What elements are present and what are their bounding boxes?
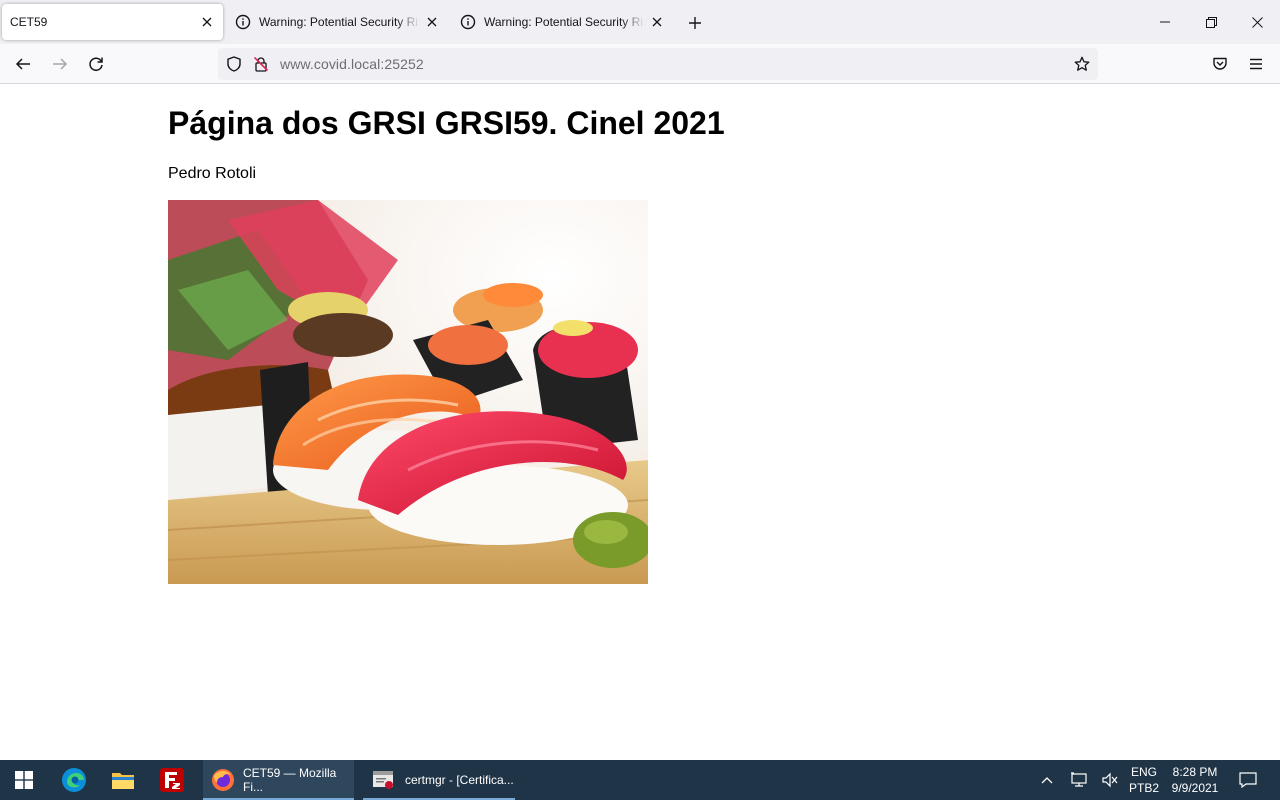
tab-security-warning-2[interactable]: Warning: Potential Security Risk Ahead [452, 4, 673, 40]
filezilla-icon[interactable] [148, 760, 196, 800]
edge-browser-icon[interactable] [50, 760, 98, 800]
url-port: :25252 [380, 56, 424, 72]
info-icon [460, 14, 476, 30]
sushi-photo [168, 200, 648, 584]
minimize-window-icon[interactable] [1142, 0, 1188, 44]
hamburger-menu-icon[interactable] [1240, 48, 1272, 80]
certificate-manager-icon [371, 768, 395, 792]
tab-security-warning-1[interactable]: Warning: Potential Security Risk Ahead [227, 4, 448, 40]
tab-label: Warning: Potential Security Risk Ahead [259, 15, 420, 29]
page-heading: Página dos GRSI GRSI59. Cinel 2021 [168, 105, 725, 141]
language-primary: ENG [1130, 765, 1157, 779]
insecure-lock-icon[interactable] [253, 56, 269, 72]
clock-date: 9/9/2021 [1171, 781, 1219, 795]
forward-arrow-icon[interactable] [44, 48, 76, 80]
language-secondary: PTB2 [1128, 781, 1159, 795]
close-tab-icon[interactable] [649, 14, 665, 30]
new-tab-plus-icon[interactable] [683, 11, 707, 35]
tab-cet59[interactable]: CET59 [2, 4, 223, 40]
taskbar-app-label: certmgr - [Certifica... [405, 773, 514, 787]
back-arrow-icon[interactable] [7, 48, 39, 80]
shield-icon[interactable] [226, 56, 242, 72]
bookmark-star-icon[interactable] [1074, 56, 1090, 72]
url-text[interactable]: www.covid.local:25252 [280, 56, 424, 72]
clock-time: 8:28 PM [1172, 765, 1218, 779]
reload-icon[interactable] [80, 48, 112, 80]
page-content: Página dos GRSI GRSI59. Cinel 2021 Pedro… [0, 85, 1280, 760]
pocket-icon[interactable] [1204, 48, 1236, 80]
network-icon[interactable] [1066, 760, 1092, 800]
info-icon [235, 14, 251, 30]
tab-label: Warning: Potential Security Risk Ahead [484, 15, 645, 29]
windows-taskbar: CET59 — Mozilla Fi... certmgr - [Certifi… [0, 760, 1280, 800]
author-name: Pedro Rotoli [168, 165, 257, 182]
show-hidden-icons-chevron-icon[interactable] [1034, 760, 1060, 800]
address-bar[interactable]: www.covid.local:25252 [218, 48, 1098, 80]
windows-start-icon[interactable] [0, 760, 48, 800]
close-tab-icon[interactable] [199, 14, 215, 30]
taskbar-app-certmgr[interactable]: certmgr - [Certifica... [363, 760, 515, 800]
input-language-indicator[interactable]: ENG PTB2 [1128, 764, 1160, 796]
taskbar-app-label: CET59 — Mozilla Fi... [243, 766, 337, 794]
file-explorer-icon[interactable] [99, 760, 147, 800]
notifications-icon[interactable] [1232, 760, 1264, 800]
close-tab-icon[interactable] [424, 14, 440, 30]
taskbar-app-firefox[interactable]: CET59 — Mozilla Fi... [203, 760, 354, 800]
clock[interactable]: 8:28 PM 9/9/2021 [1166, 764, 1224, 796]
tab-strip: CET59 Warning: Potential Security Risk A… [0, 0, 1280, 44]
navigation-toolbar: www.covid.local:25252 [0, 44, 1280, 84]
volume-muted-icon[interactable] [1097, 760, 1123, 800]
tab-label: CET59 [10, 15, 48, 29]
sushi-illustration [168, 200, 648, 584]
url-host: www.covid.local [280, 56, 381, 72]
firefox-icon [211, 768, 235, 792]
close-window-icon[interactable] [1234, 0, 1280, 44]
restore-window-icon[interactable] [1188, 0, 1234, 44]
